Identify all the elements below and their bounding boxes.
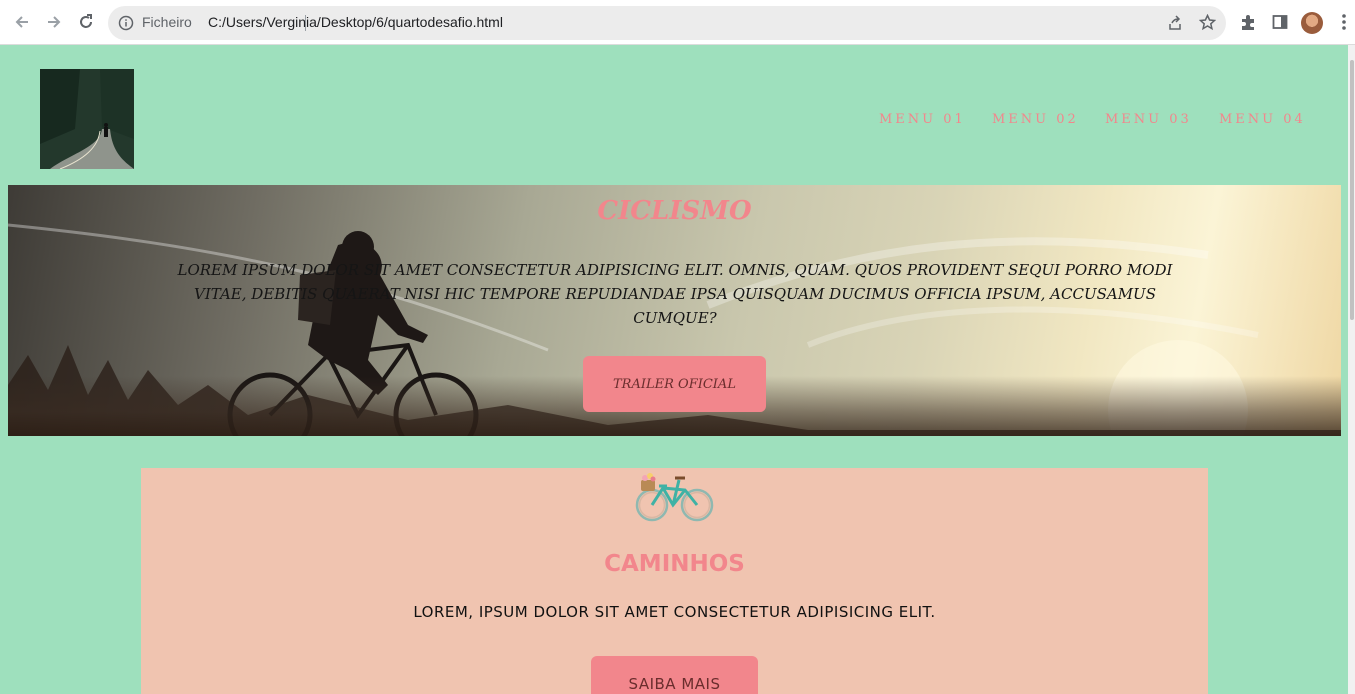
- hero-text: LOREM IPSUM DOLOR SIT AMET CONSECTETUR A…: [177, 261, 1173, 327]
- address-scheme: Ficheiro: [142, 14, 192, 30]
- card-title: CAMINHOS: [604, 551, 745, 577]
- bicycle-icon: [633, 468, 717, 524]
- more-icon[interactable]: [1333, 11, 1355, 33]
- address-url[interactable]: C:/Users/Verginia/Desktop/6/quartodesafi…: [208, 14, 503, 30]
- trailer-button[interactable]: TRAILER OFICIAL: [583, 356, 766, 412]
- info-icon[interactable]: [118, 15, 134, 35]
- menu-item-04[interactable]: MENU 04: [1219, 112, 1306, 127]
- extensions-icon[interactable]: [1237, 11, 1259, 33]
- card-text: LOREM, IPSUM DOLOR SIT AMET CONSECTETUR …: [413, 603, 936, 621]
- browser-toolbar: Ficheiro C:/Users/Verginia/Desktop/6/qua…: [0, 0, 1355, 45]
- page-scroll-thumb[interactable]: [1350, 60, 1354, 320]
- profile-avatar[interactable]: [1301, 12, 1323, 34]
- star-icon[interactable]: [1198, 13, 1217, 35]
- menu-item-03[interactable]: MENU 03: [1105, 112, 1192, 127]
- forward-icon[interactable]: [42, 10, 66, 34]
- hero-title: CICLISMO: [597, 196, 752, 226]
- share-icon[interactable]: [1167, 15, 1183, 35]
- reload-icon[interactable]: [74, 10, 98, 34]
- address-bar[interactable]: Ficheiro C:/Users/Verginia/Desktop/6/qua…: [108, 6, 1226, 40]
- saiba-mais-button[interactable]: SAIBA MAIS: [591, 656, 758, 694]
- logo-image[interactable]: [40, 69, 134, 169]
- back-icon[interactable]: [10, 10, 34, 34]
- side-panel-icon[interactable]: [1269, 11, 1291, 33]
- menu-item-02[interactable]: MENU 02: [992, 112, 1079, 127]
- menu-item-01[interactable]: MENU 01: [879, 112, 966, 127]
